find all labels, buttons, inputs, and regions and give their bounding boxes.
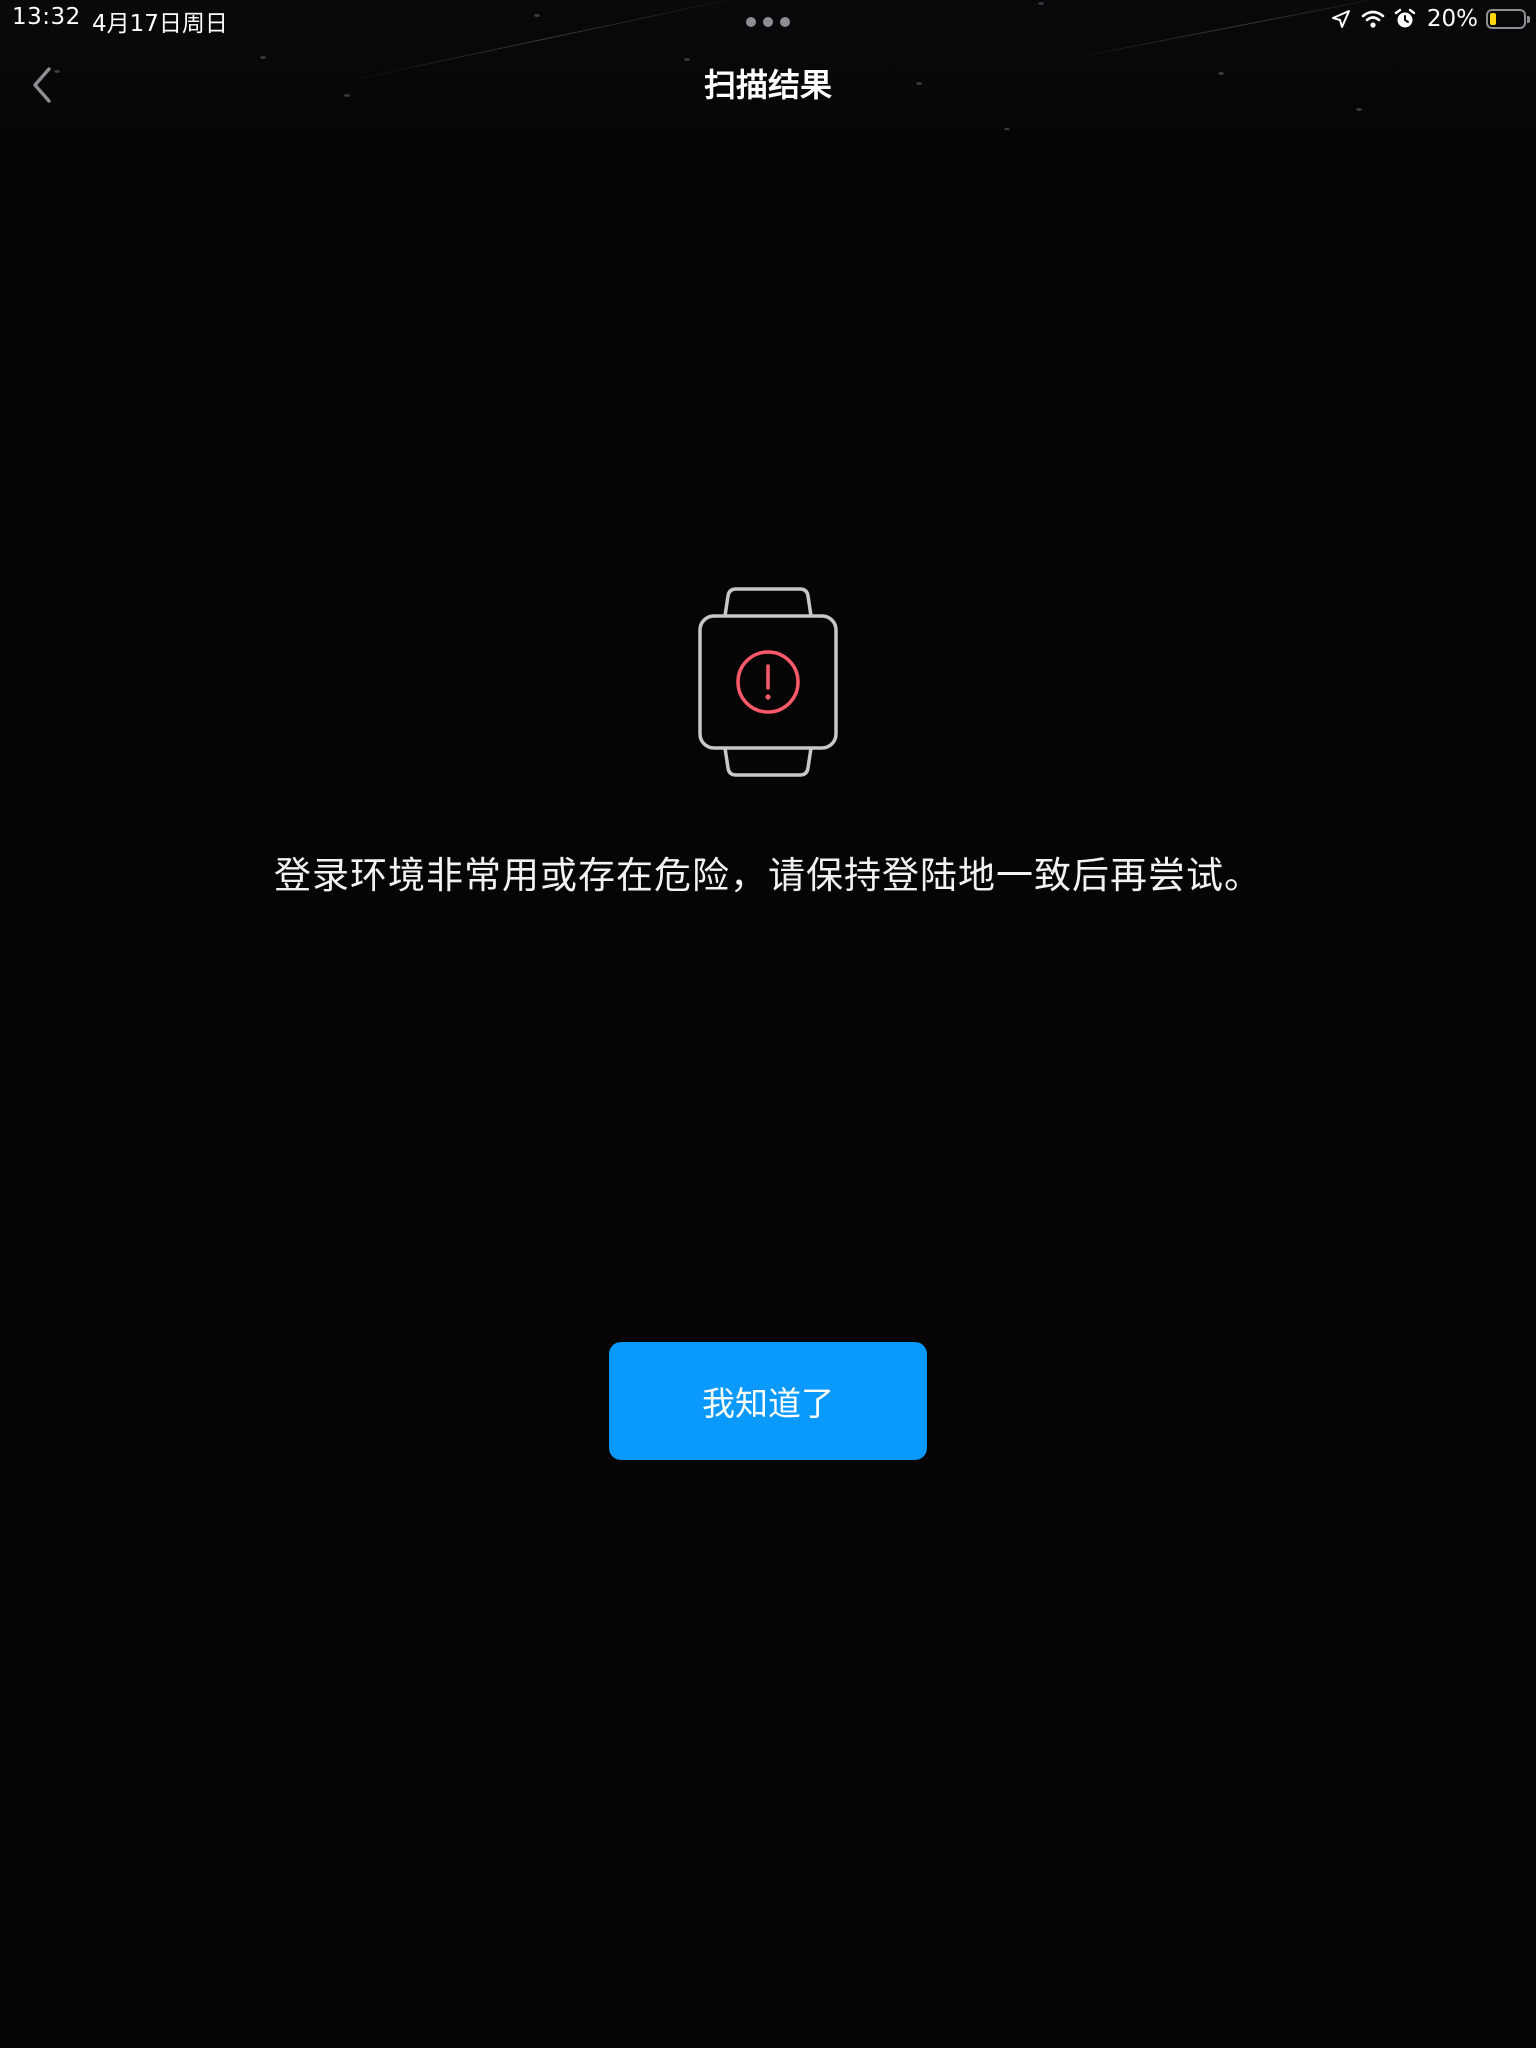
battery-tip bbox=[1527, 16, 1530, 23]
scan-result-screen: 13:32 4月17日周日 20% 扫描结果 登录环境非常用或存在危险，请保持登… bbox=[0, 0, 1536, 2048]
wifi-icon bbox=[1361, 7, 1385, 31]
back-button[interactable] bbox=[22, 62, 62, 108]
chevron-left-icon bbox=[33, 67, 51, 103]
multitasking-handle[interactable] bbox=[746, 17, 790, 27]
status-date: 4月17日周日 bbox=[92, 11, 228, 37]
alarm-icon bbox=[1393, 7, 1417, 31]
result-message: 登录环境非常用或存在危险，请保持登陆地一致后再尝试。 bbox=[274, 854, 1262, 897]
page-title: 扫描结果 bbox=[703, 66, 832, 104]
watch-warning-icon bbox=[698, 586, 838, 778]
status-time: 13:32 bbox=[12, 4, 81, 30]
multitask-dot bbox=[763, 17, 773, 27]
decorative-star bbox=[260, 56, 266, 59]
location-arrow-icon bbox=[1329, 7, 1353, 31]
decorative-star bbox=[1356, 108, 1362, 111]
battery-percent: 20% bbox=[1426, 6, 1478, 32]
decorative-star bbox=[1004, 128, 1010, 130]
multitask-dot bbox=[780, 17, 790, 27]
battery-icon bbox=[1486, 9, 1530, 29]
decorative-star bbox=[684, 58, 690, 61]
confirm-button[interactable]: 我知道了 bbox=[609, 1342, 927, 1460]
status-bar: 13:32 4月17日周日 20% bbox=[0, 0, 1536, 38]
battery-level-fill bbox=[1490, 13, 1496, 25]
status-icons: 20% bbox=[1329, 4, 1530, 34]
multitask-dot bbox=[746, 17, 756, 27]
